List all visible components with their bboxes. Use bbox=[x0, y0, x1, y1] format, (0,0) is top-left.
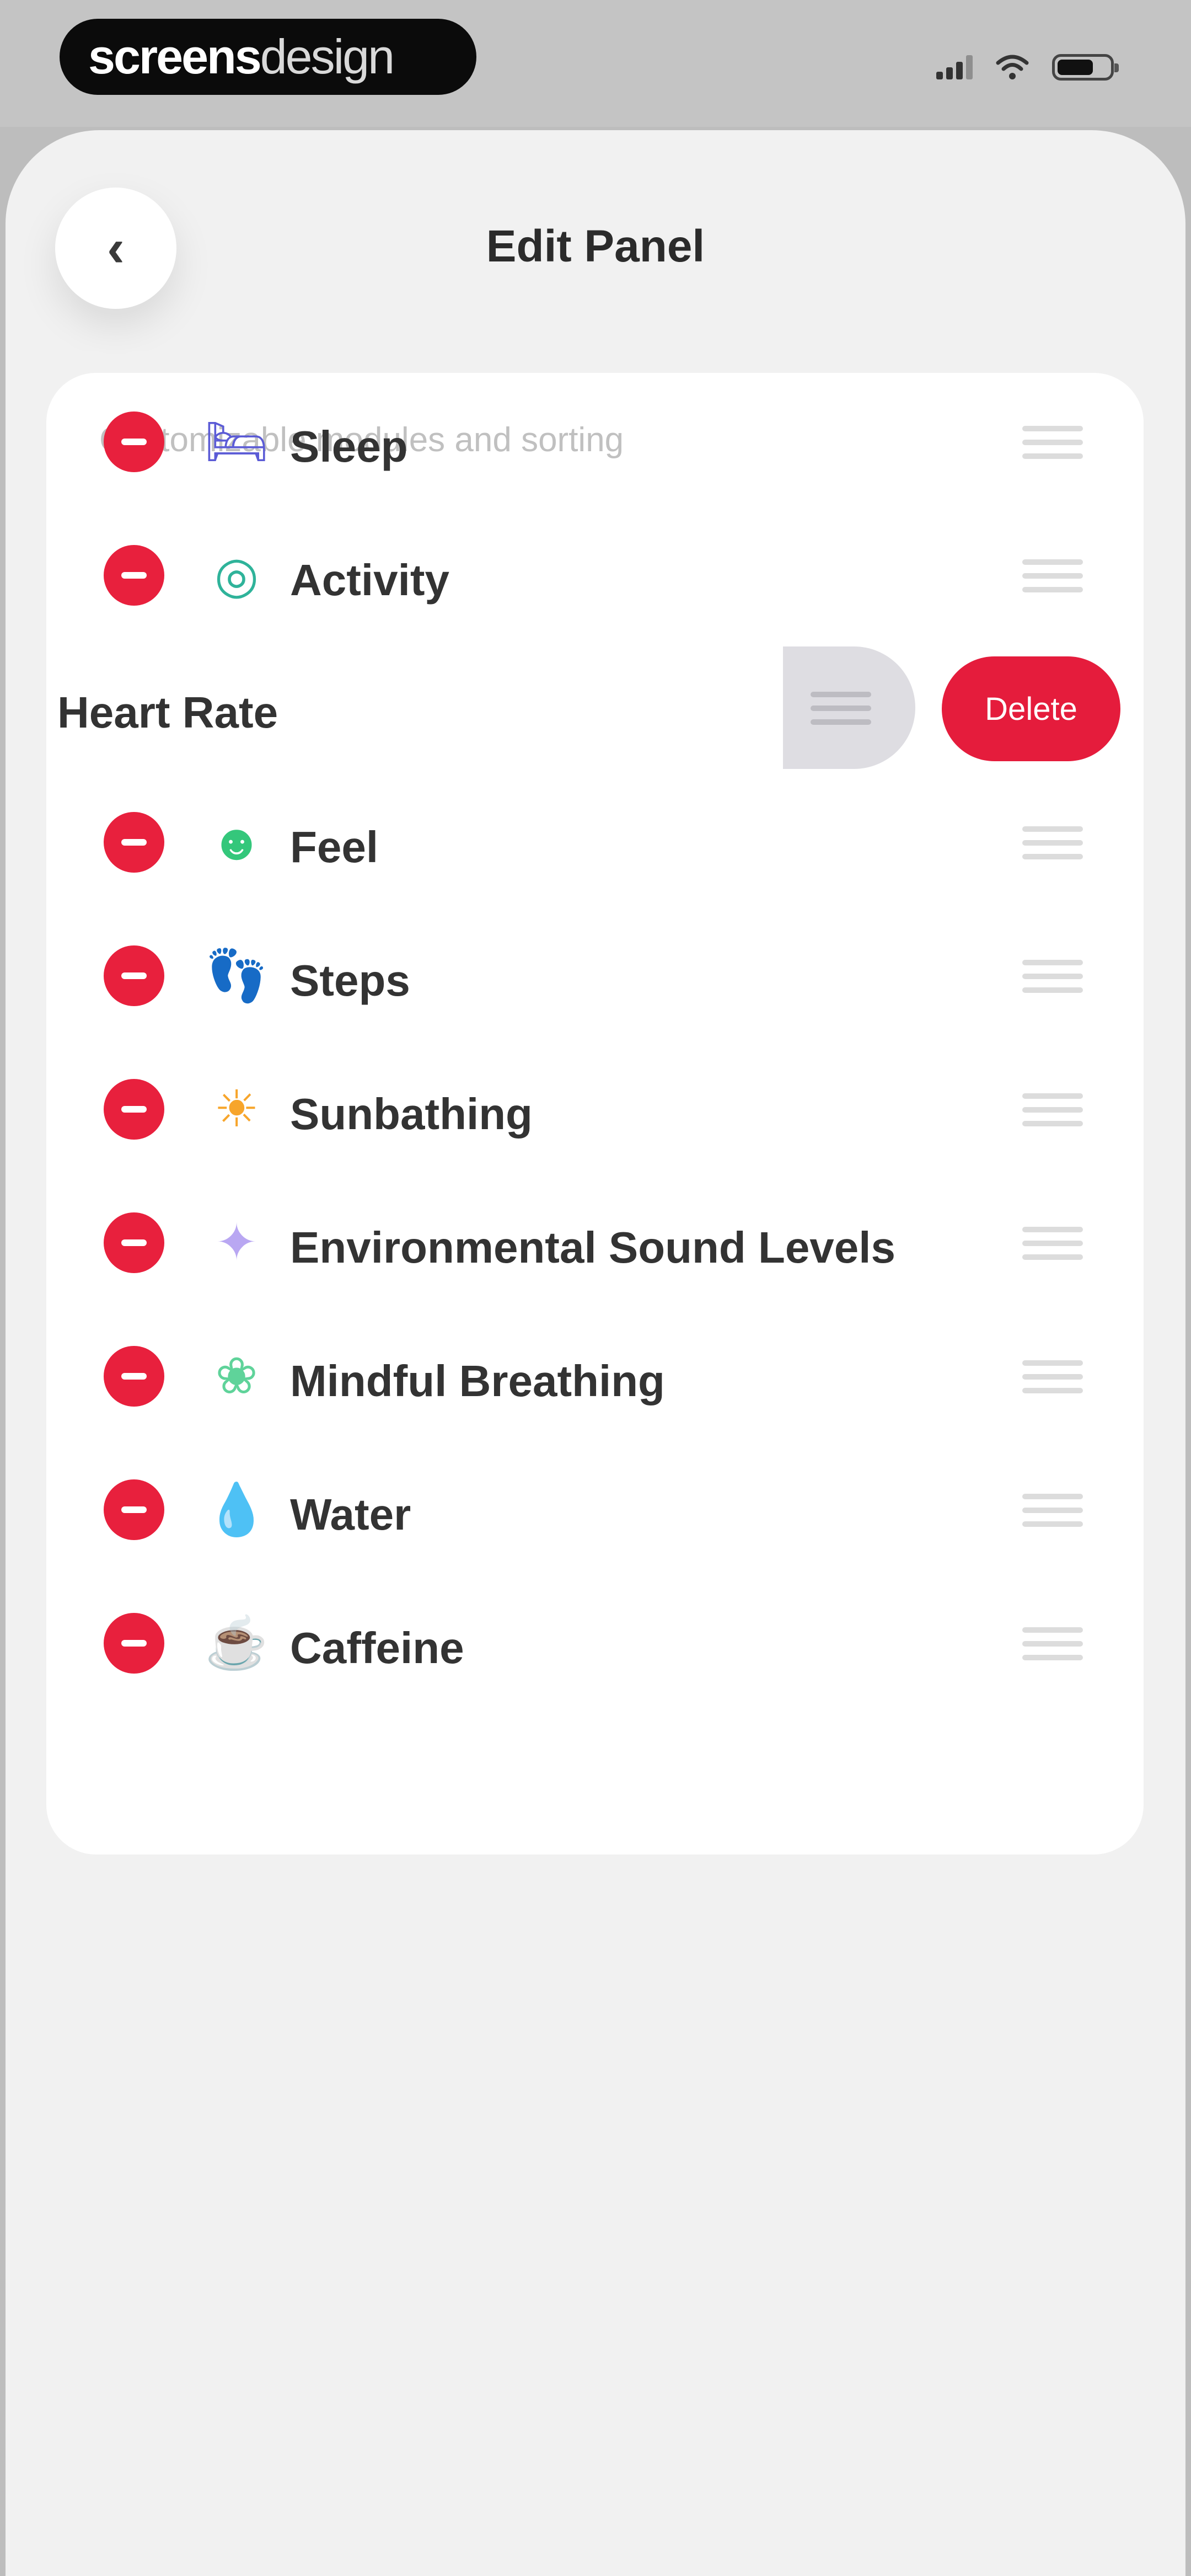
wifi-icon bbox=[996, 55, 1029, 79]
drag-handle-icon[interactable] bbox=[1022, 826, 1083, 859]
bed-icon: 🛏 bbox=[204, 414, 269, 470]
system-icons bbox=[936, 51, 1119, 84]
module-label: Environmental Sound Levels bbox=[290, 1223, 896, 1272]
cellular-signal-icon bbox=[936, 55, 973, 79]
drag-handle-icon[interactable] bbox=[1022, 1494, 1083, 1527]
module-row-steps: 👣 Steps bbox=[46, 909, 1144, 1043]
activity-rings-icon: ◎ bbox=[214, 547, 259, 603]
remove-button[interactable] bbox=[104, 1079, 164, 1140]
drag-handle-icon[interactable] bbox=[1022, 1093, 1083, 1126]
module-label: Mindful Breathing bbox=[290, 1356, 665, 1405]
module-row-caffeine: ☕ Caffeine bbox=[46, 1576, 1144, 1710]
remove-button[interactable] bbox=[104, 411, 164, 472]
water-drop-icon: 💧 bbox=[205, 1482, 269, 1538]
module-label: Feel bbox=[290, 822, 379, 872]
module-label: Sunbathing bbox=[290, 1089, 533, 1139]
drag-handle-icon[interactable] bbox=[1022, 960, 1083, 993]
remove-button[interactable] bbox=[104, 1613, 164, 1674]
module-row-feel: ☻ Feel bbox=[46, 776, 1144, 909]
swiped-row-edge bbox=[783, 646, 915, 769]
module-row-activity: ◎ Activity bbox=[46, 509, 1144, 642]
drag-handle-icon[interactable] bbox=[1022, 559, 1083, 592]
drag-handle-icon[interactable] bbox=[1022, 1627, 1083, 1660]
remove-button[interactable] bbox=[104, 545, 164, 606]
footprints-icon: 👣 bbox=[205, 948, 269, 1004]
drag-handle-icon[interactable] bbox=[1022, 426, 1083, 459]
module-row-heart-rate-swiped[interactable]: Heart Rate Delete bbox=[46, 641, 1144, 774]
smiley-face-icon: ☻ bbox=[210, 814, 264, 870]
drag-handle-icon[interactable] bbox=[1022, 1360, 1083, 1393]
remove-button[interactable] bbox=[104, 1346, 164, 1407]
module-label: Caffeine bbox=[290, 1623, 464, 1672]
remove-button[interactable] bbox=[104, 945, 164, 1006]
status-bar: screens design bbox=[0, 0, 1191, 127]
brand-watermark: screens design bbox=[60, 19, 476, 95]
page-title: Edit Panel bbox=[486, 221, 705, 271]
drag-handle-icon[interactable] bbox=[811, 692, 871, 725]
module-row-sleep: 🛏 Sleep bbox=[46, 375, 1144, 509]
remove-button[interactable] bbox=[104, 1212, 164, 1273]
module-row-mindful-breathing: ❀ Mindful Breathing bbox=[46, 1310, 1144, 1443]
sparkle-icon: ✦ bbox=[215, 1215, 258, 1271]
modules-list: 🛏 Sleep ◎ Activity Heart Rate Delete ☻ F… bbox=[46, 373, 1144, 1854]
sun-icon: ☀ bbox=[213, 1081, 260, 1137]
module-row-sunbathing: ☀ Sunbathing bbox=[46, 1043, 1144, 1176]
lotus-icon: ❀ bbox=[215, 1348, 258, 1404]
module-label: Steps bbox=[290, 956, 410, 1005]
delete-button[interactable]: Delete bbox=[942, 656, 1120, 761]
module-row-water: 💧 Water bbox=[46, 1443, 1144, 1576]
drag-handle-icon[interactable] bbox=[1022, 1227, 1083, 1260]
brand-light-text: design bbox=[260, 29, 395, 84]
battery-icon bbox=[1052, 54, 1119, 81]
module-label: Water bbox=[290, 1490, 411, 1539]
module-label: Sleep bbox=[290, 422, 408, 471]
module-label: Activity bbox=[290, 555, 449, 605]
remove-button[interactable] bbox=[104, 1479, 164, 1540]
module-row-environmental-sound-levels: ✦ Environmental Sound Levels bbox=[46, 1176, 1144, 1310]
module-label: Heart Rate bbox=[57, 688, 278, 737]
remove-button[interactable] bbox=[104, 812, 164, 873]
brand-bold-text: screens bbox=[88, 29, 262, 84]
coffee-cup-icon: ☕ bbox=[205, 1615, 269, 1671]
